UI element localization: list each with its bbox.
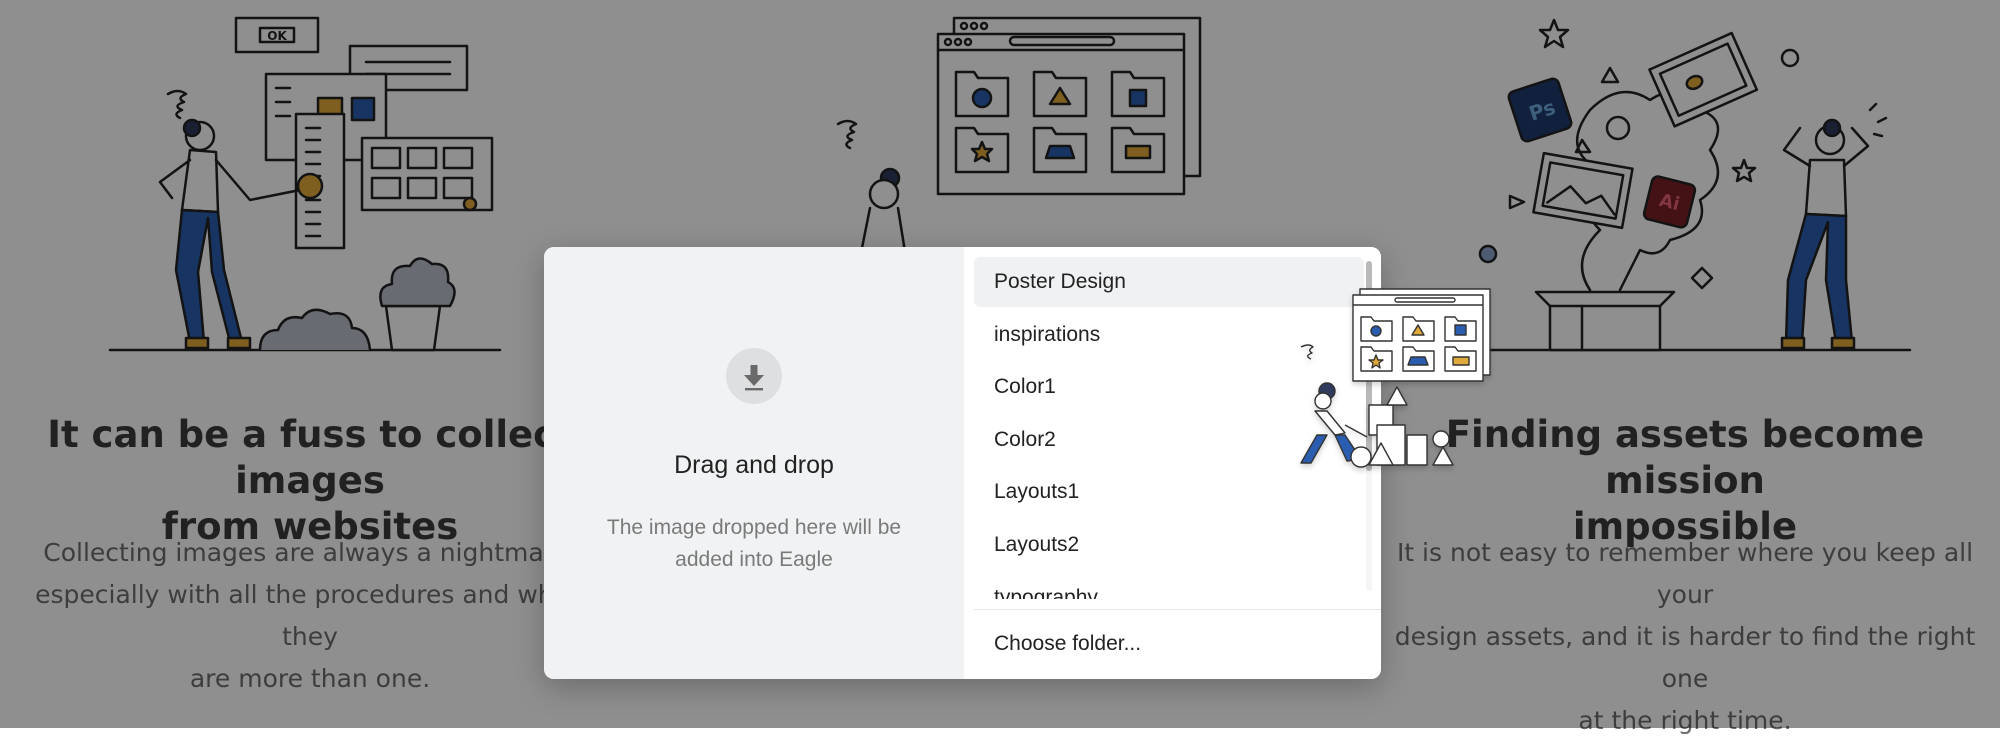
folder-item-typography[interactable]: typography (974, 573, 1364, 599)
panel-divider (974, 609, 1381, 610)
save-to-eagle-dialog: Drag and drop The image dropped here wil… (544, 247, 1381, 679)
folder-item-layouts2[interactable]: Layouts2 (974, 520, 1364, 570)
drop-zone[interactable]: Drag and drop The image dropped here wil… (544, 247, 964, 679)
choose-folder-button[interactable]: Choose folder... (974, 619, 1381, 669)
download-arrow-icon (726, 348, 782, 404)
drop-zone-title: Drag and drop (674, 451, 834, 479)
drop-zone-description: The image dropped here will be added int… (606, 516, 902, 571)
dragged-image-preview (1300, 288, 1491, 468)
